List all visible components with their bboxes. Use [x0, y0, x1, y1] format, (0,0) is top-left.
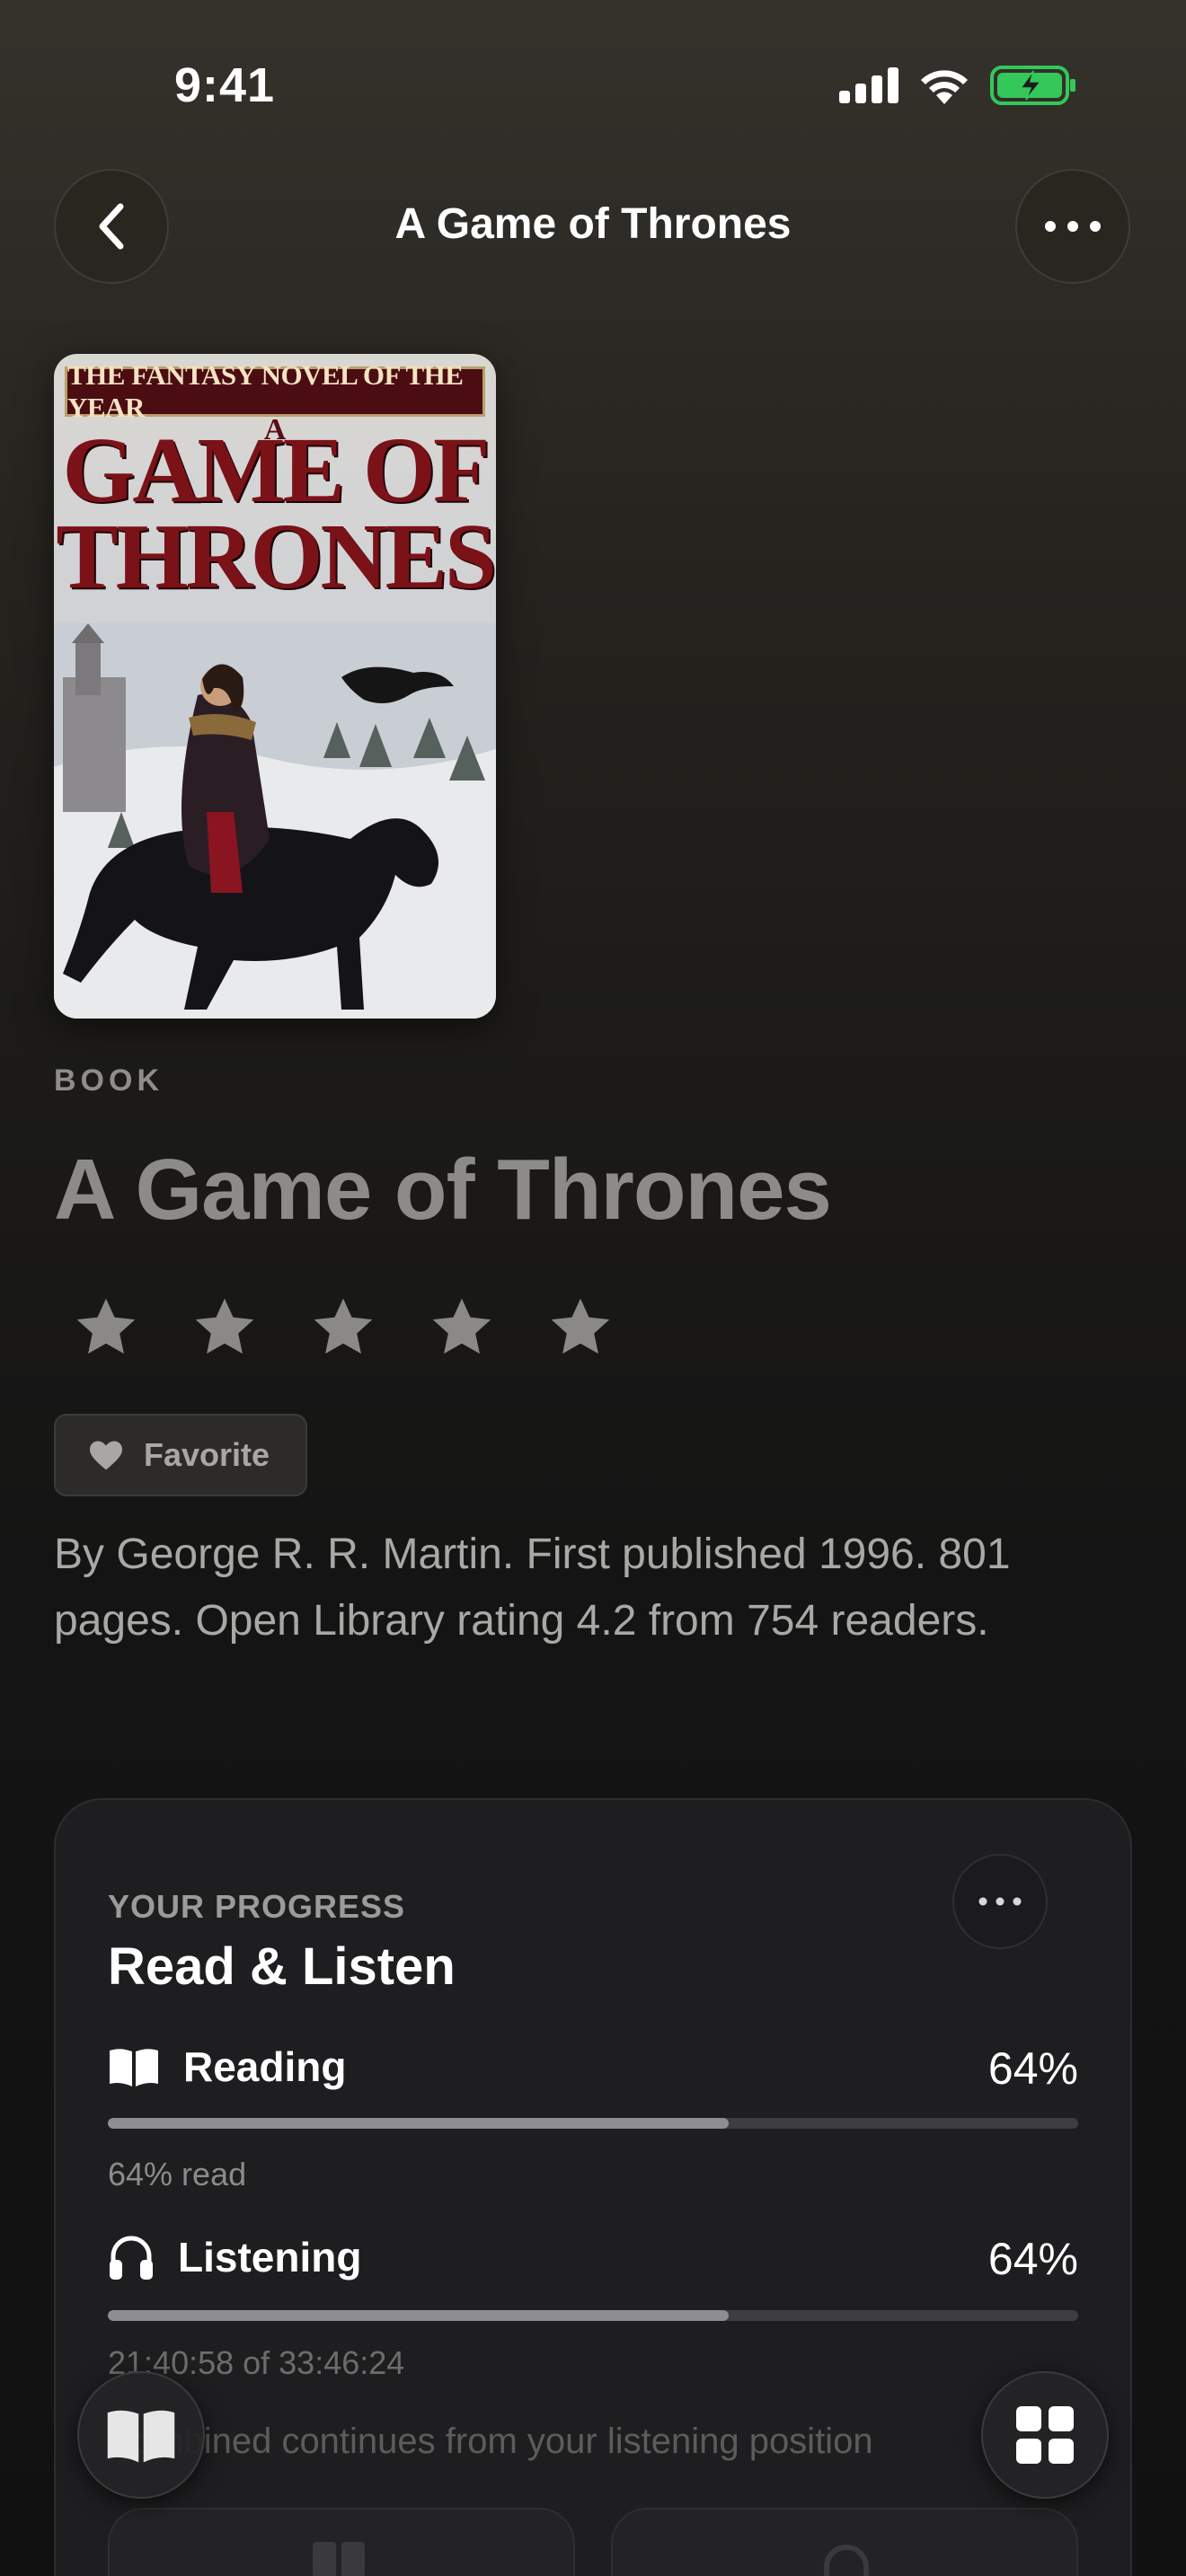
ellipsis-icon: [1045, 221, 1101, 232]
cellular-signal-icon: [839, 67, 898, 103]
favorite-button[interactable]: Favorite: [54, 1414, 307, 1496]
cover-title-line2: THRONES: [56, 505, 496, 608]
wifi-icon: [921, 70, 968, 104]
nav-title: A Game of Thrones: [394, 200, 792, 248]
listening-progress-bar: [108, 2310, 1078, 2321]
star-icon[interactable]: [546, 1293, 615, 1362]
progress-title: Read & Listen: [108, 1937, 456, 1996]
library-button[interactable]: [77, 2371, 205, 2499]
favorite-label: Favorite: [144, 1436, 270, 1473]
listening-progress-fill: [108, 2310, 730, 2321]
combined-note: Combined continues from your listening p…: [108, 2422, 873, 2461]
battery-charging-icon: [990, 66, 1075, 105]
book-description: By George R. R. Martin. First published …: [54, 1531, 1011, 1645]
cover-illustration: [54, 623, 496, 1019]
open-book-icon: [107, 2410, 175, 2463]
progress-more-button[interactable]: [952, 1854, 1048, 1949]
book-kind-label: BOOK: [54, 1063, 164, 1098]
open-book-icon: [110, 2049, 158, 2086]
listening-label: Listening: [178, 2234, 362, 2280]
reading-percent: 64%: [987, 2043, 1078, 2094]
book-icon: [313, 2542, 336, 2576]
reading-subtext: 64% read: [108, 2156, 247, 2192]
heart-icon: [90, 1441, 122, 1470]
grid-icon: [1016, 2406, 1074, 2464]
star-rating[interactable]: [72, 1293, 615, 1362]
progress-kicker: YOUR PROGRESS: [108, 1888, 406, 1925]
cover-title: GAME OF THRONES: [54, 419, 496, 608]
listening-percent: 64%: [987, 2234, 1078, 2284]
reading-label: Reading: [183, 2043, 347, 2090]
read-action-card[interactable]: [108, 2508, 575, 2576]
book-cover[interactable]: THE FANTASY NOVEL OF THE YEAR A GAME OF …: [54, 354, 496, 1019]
ellipsis-icon: [978, 1897, 1022, 1906]
reading-progress-bar: [108, 2118, 1078, 2129]
reading-progress-fill: [108, 2118, 730, 2129]
headphones-icon: [824, 2545, 869, 2576]
listen-action-card[interactable]: [611, 2508, 1078, 2576]
star-icon[interactable]: [190, 1293, 259, 1362]
star-icon[interactable]: [72, 1293, 140, 1362]
star-icon[interactable]: [309, 1293, 377, 1362]
listening-row[interactable]: Listening: [108, 2233, 361, 2281]
headphones-icon: [110, 2236, 153, 2280]
reading-row[interactable]: Reading: [108, 2042, 346, 2091]
book-icon-half: [341, 2542, 365, 2576]
more-options-button[interactable]: [1015, 169, 1130, 284]
cover-title-line1: GAME OF: [62, 419, 491, 522]
cover-banner: THE FANTASY NOVEL OF THE YEAR: [65, 359, 485, 423]
book-title: A Game of Thrones: [54, 1142, 832, 1238]
grid-menu-button[interactable]: [981, 2371, 1109, 2499]
star-icon[interactable]: [428, 1293, 496, 1362]
status-time: 9:41: [174, 58, 276, 112]
status-icons: [839, 65, 1076, 106]
